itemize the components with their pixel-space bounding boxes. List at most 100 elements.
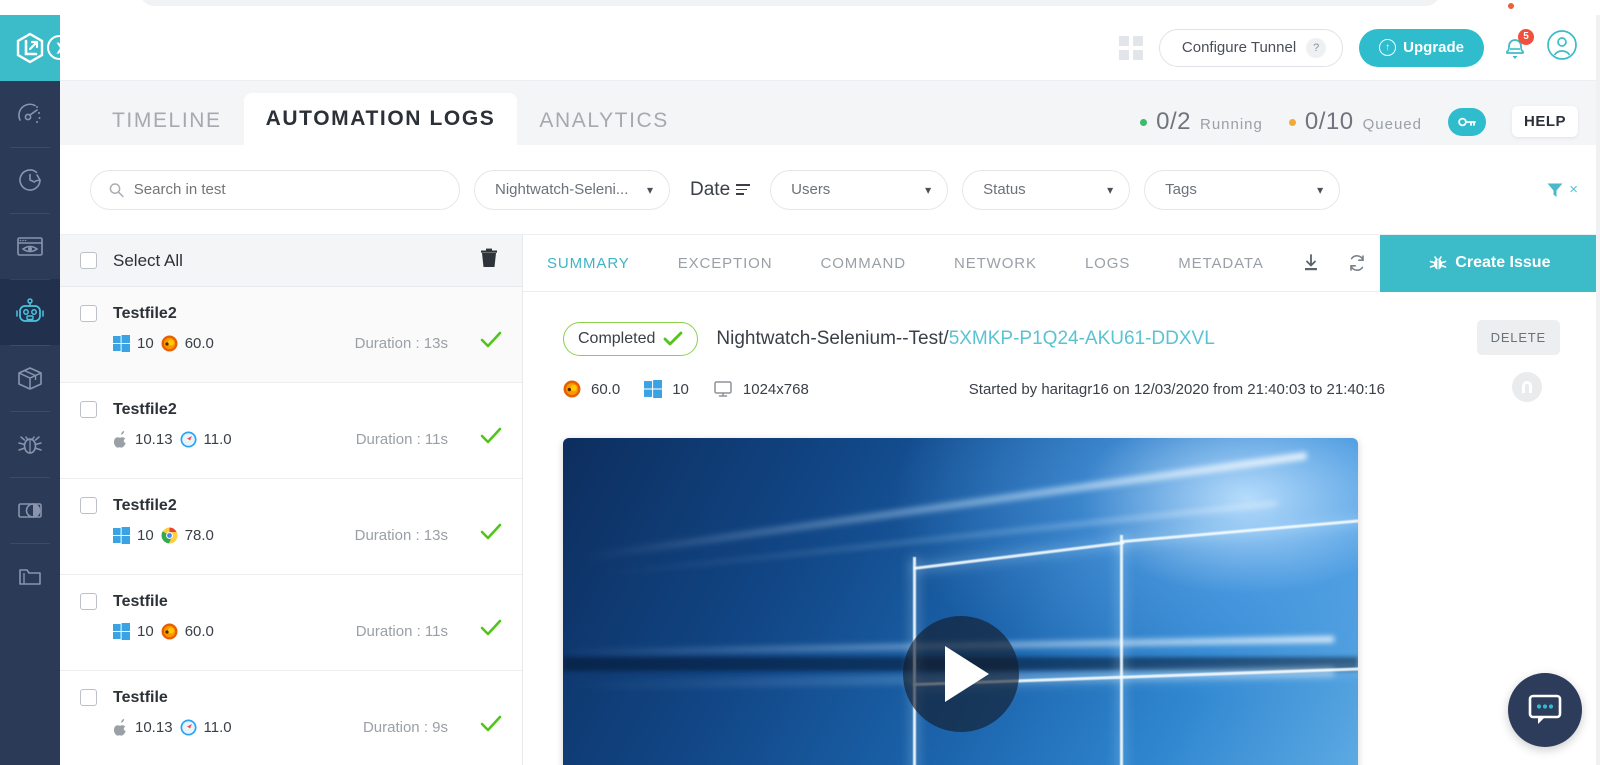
upgrade-button[interactable]: ↑ Upgrade [1359,28,1484,67]
delete-button[interactable]: DELETE [1476,320,1560,355]
help-button[interactable]: HELP [1511,106,1578,137]
detail-environment-line: 60.0 10 1024x768 Started by haritagr16 o… [563,380,1560,398]
search-icon [109,182,124,197]
windows-icon [113,623,130,640]
app-logo[interactable]: ❯ [0,15,72,81]
firefox-icon [161,335,178,352]
apple-icon [113,719,126,736]
test-list-panel: Select All Testfile2 10 60.0 Duration: … [60,235,523,765]
row-browser-version: 60.0 [184,623,214,640]
safari-icon [180,719,197,736]
table-row[interactable]: Testfile2 10 60.0 Duration : 13s [60,287,522,383]
access-key-button[interactable] [1447,107,1486,136]
lambdatest-logo-icon [16,32,44,64]
row-checkbox[interactable] [80,689,97,706]
tags-select[interactable]: Tags ▾ [1144,169,1341,210]
project-select-value: Nightwatch-Seleni... [495,181,629,198]
search-container[interactable] [90,169,460,210]
refresh-button[interactable] [1334,254,1380,272]
chevron-down-icon: ▾ [925,182,932,197]
sidebar-item-realtime[interactable] [0,147,60,213]
filter-bar: Nightwatch-Seleni... ▾ Date Users ▾ Stat… [60,145,1600,235]
row-browser-version: 11.0 [203,431,232,448]
delete-selected-button[interactable] [480,248,498,273]
running-status-dot [1140,118,1148,126]
sidebar-item-integrations[interactable] [0,345,60,411]
tunnel-help-icon[interactable]: ? [1306,37,1327,58]
tab-summary[interactable]: SUMMARY [523,235,654,292]
tab-metadata[interactable]: METADATA [1154,235,1288,292]
tab-exception[interactable]: EXCEPTION [654,235,797,292]
create-issue-button[interactable]: Create Issue [1379,234,1600,292]
row-checkbox[interactable] [80,593,97,610]
project-select[interactable]: Nightwatch-Seleni... ▾ [474,169,670,210]
configure-tunnel-label: Configure Tunnel [1181,39,1297,56]
row-title: Testfile [113,689,168,706]
tab-network[interactable]: NETWORK [930,235,1061,292]
notifications-button[interactable]: 5 [1500,28,1534,63]
tab-automation-logs[interactable]: AUTOMATION LOGS [243,93,518,145]
sort-icon [736,184,751,195]
detail-status-line: Completed Nightwatch-Selenium--Test/5XMK… [563,322,1560,356]
table-row[interactable]: Testfile 10 60.0 Duration : 11s [60,575,522,671]
sidebar-item-files[interactable] [0,543,60,609]
page-scrollbar[interactable] [1596,15,1600,765]
row-duration: Duration : 9s [362,719,448,736]
sidebar-item-visual-testing[interactable] [0,213,60,279]
sidebar-item-bug-reports[interactable] [0,411,60,477]
firefox-icon [161,623,178,640]
row-checkbox[interactable] [80,497,97,514]
status-badge: Completed [563,322,699,356]
row-title: Testfile2 [113,401,177,418]
sidebar-item-screenshot-compare[interactable] [0,477,60,543]
table-row[interactable]: Testfile 10.13 11.0 Duration : 9s [60,671,522,765]
status-select[interactable]: Status ▾ [962,169,1131,210]
test-video-player[interactable] [563,438,1358,765]
windows-icon [113,527,130,544]
date-sort-button[interactable]: Date [690,179,751,201]
table-row[interactable]: Testfile2 10.13 11.0 Duration : 11s [60,383,522,479]
sidebar-item-dashboard[interactable] [0,81,60,147]
row-duration: Duration : 11s [355,431,448,448]
browser-eye-icon [17,236,43,256]
row-checkbox[interactable] [80,401,97,418]
run-source-icon-wrap [1512,372,1542,402]
sidebar-item-automation[interactable] [0,279,60,345]
tab-command[interactable]: COMMAND [797,235,930,292]
users-select[interactable]: Users ▾ [770,169,949,210]
grid-apps-icon[interactable] [1118,35,1143,60]
windows-icon [113,335,130,352]
search-input[interactable] [133,181,441,198]
chat-support-button[interactable] [1508,673,1582,747]
clear-filter-button[interactable]: × [1569,181,1578,198]
chevron-down-icon: ▾ [1107,182,1114,197]
play-button[interactable] [902,615,1019,732]
windows-icon [644,380,663,398]
tab-timeline[interactable]: TIMELINE [90,97,244,145]
detail-test-id[interactable]: 5XMKP-P1Q24-AKU61-DDXVL [949,328,1215,349]
detail-test-name: Nightwatch-Selenium--Test/5XMKP-P1Q24-AK… [716,328,1214,350]
select-all-label: Select All [113,250,183,270]
table-row[interactable]: Testfile2 10 78.0 Duration : 13s [60,479,522,575]
check-icon [480,331,502,348]
row-status-icon [480,619,502,642]
row-status-icon [480,331,502,354]
filter-controls: × [1546,181,1578,199]
user-avatar[interactable] [1546,29,1578,66]
configure-tunnel-button[interactable]: Configure Tunnel ? [1158,28,1344,67]
select-all-checkbox[interactable] [80,252,97,269]
row-duration: Duration : 11s [355,623,448,640]
funnel-filter-icon [1547,183,1563,197]
row-duration: Duration : 13s [354,335,448,352]
test-detail-panel: SUMMARY EXCEPTION COMMAND NETWORK LOGS M… [523,234,1600,765]
access-key-icon [1458,117,1476,126]
folder-icon [19,568,41,585]
chrome-icon [161,527,178,544]
magnet-arch-icon [1522,381,1532,393]
tab-logs[interactable]: LOGS [1061,235,1154,292]
row-checkbox[interactable] [80,305,97,322]
row-status-icon [480,715,502,738]
tab-analytics[interactable]: ANALYTICS [517,97,691,145]
download-button[interactable] [1288,254,1334,272]
row-browser-version: 11.0 [203,719,232,736]
